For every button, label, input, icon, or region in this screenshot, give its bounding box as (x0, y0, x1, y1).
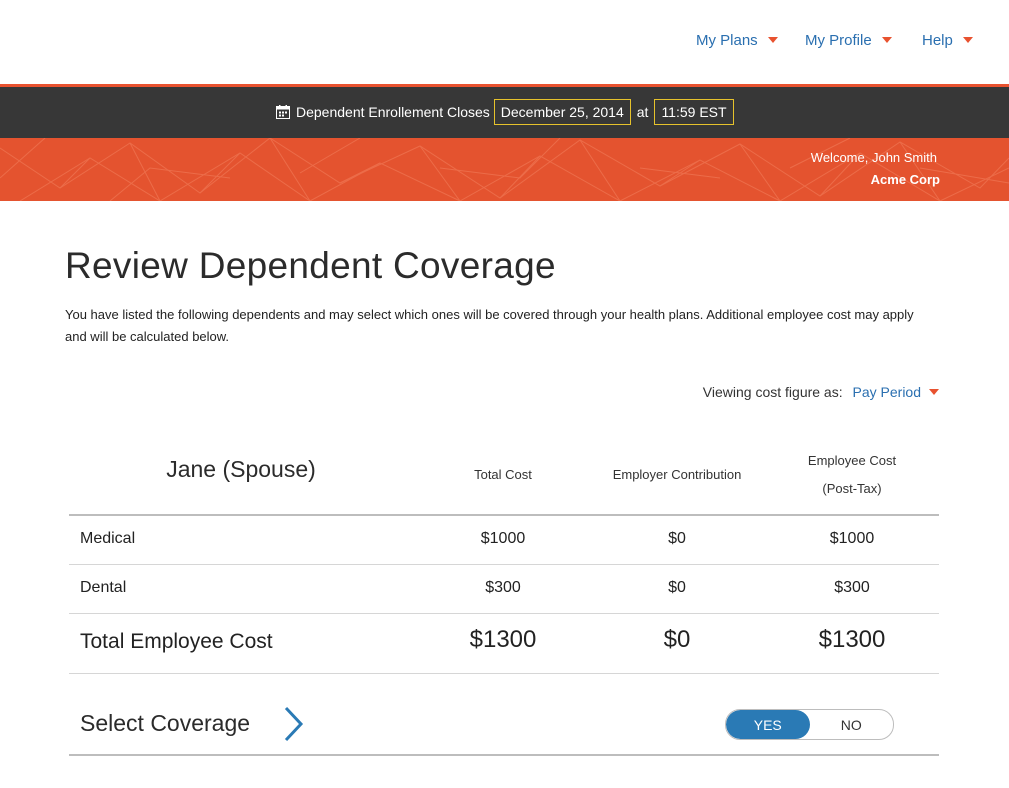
header-employee-cost-line2: (Post-Tax) (822, 481, 882, 496)
deadline-content: Dependent Enrollement Closes December 25… (276, 98, 738, 126)
welcome-text: Welcome, John Smith (810, 150, 937, 165)
coverage-yes-option[interactable]: YES (726, 710, 810, 739)
total-employer-value: $0 (663, 626, 691, 653)
caret-down-icon (881, 37, 892, 44)
caret-down-icon (767, 37, 778, 44)
nav-my-profile[interactable]: My Profile (805, 32, 892, 49)
cost-view-label: Viewing cost figure as: (702, 384, 843, 400)
deadline-time: 11:59 EST (654, 99, 734, 125)
cost-view-dropdown[interactable]: Pay Period (847, 384, 939, 400)
coverage-no-option[interactable]: NO (810, 710, 894, 739)
header-employer-contribution: Employer Contribution (612, 467, 742, 482)
select-coverage-label: Select Coverage (80, 710, 251, 736)
coverage-divider (69, 754, 939, 756)
banner-pattern (0, 138, 1009, 201)
nav-my-plans-label: My Plans (696, 32, 758, 49)
total-employee-value: $1300 (818, 626, 886, 653)
cell-total: $300 (485, 579, 521, 596)
nav-help-label: Help (922, 32, 953, 49)
deadline-date: December 25, 2014 (493, 99, 631, 125)
header-employee-cost: Employee Cost (Post-Tax) (782, 447, 922, 503)
nav-my-plans[interactable]: My Plans (696, 32, 778, 49)
row-label: Dental (80, 579, 127, 596)
total-cost-value: $1300 (469, 626, 537, 653)
cell-employer: $0 (668, 530, 686, 547)
nav-my-profile-label: My Profile (805, 32, 872, 49)
row-divider (69, 613, 939, 614)
cell-total: $1000 (480, 530, 526, 547)
cost-view-selector: Viewing cost figure as: Pay Period (703, 384, 939, 400)
nav-help[interactable]: Help (922, 32, 973, 49)
page-intro: You have listed the following dependents… (65, 307, 914, 344)
totals-divider (69, 673, 939, 674)
caret-down-icon (962, 37, 973, 44)
top-nav: My Plans My Profile Help (0, 0, 1009, 84)
coverage-toggle[interactable]: YES NO (725, 709, 894, 740)
chevron-right-icon[interactable] (283, 705, 305, 743)
header-total-cost: Total Cost (474, 467, 532, 482)
row-divider (69, 564, 939, 565)
cell-employee: $1000 (829, 530, 875, 547)
page-title: Review Dependent Coverage (65, 245, 556, 286)
deadline-bar: Dependent Enrollement Closes December 25… (0, 87, 1009, 138)
welcome-banner: Welcome, John Smith Acme Corp (0, 138, 1009, 201)
cell-employer: $0 (668, 579, 686, 596)
row-label: Medical (80, 530, 136, 547)
deadline-at: at (636, 104, 649, 120)
total-label: Total Employee Cost (80, 630, 273, 653)
calendar-icon (276, 105, 290, 119)
dependent-name: Jane (Spouse) (166, 456, 316, 482)
cell-employee: $300 (834, 579, 870, 596)
company-name: Acme Corp (870, 172, 940, 187)
header-divider (69, 514, 939, 516)
caret-down-icon (929, 389, 939, 396)
cost-view-value: Pay Period (852, 384, 921, 400)
deadline-prefix: Dependent Enrollement Closes (296, 104, 490, 120)
header-employee-cost-line1: Employee Cost (807, 453, 897, 468)
